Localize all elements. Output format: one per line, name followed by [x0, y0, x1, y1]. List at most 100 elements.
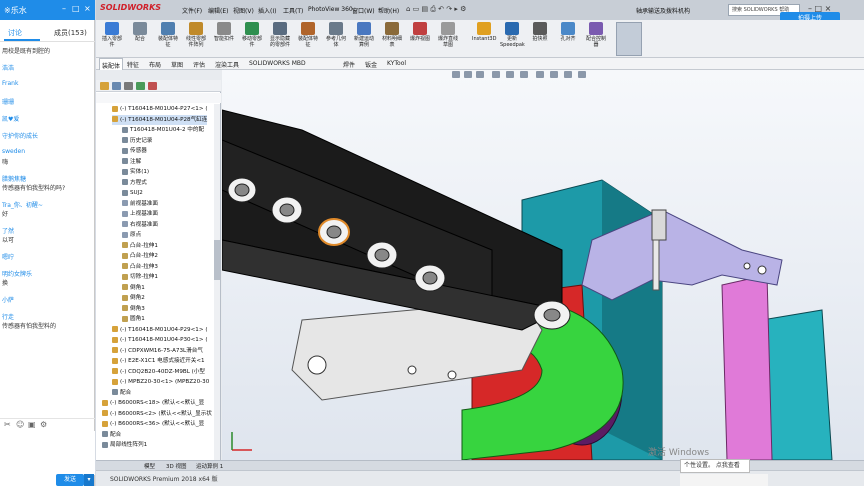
tree-node[interactable]: 传感器: [122, 146, 147, 156]
image-icon[interactable]: ▣: [28, 420, 36, 429]
message-sender[interactable]: 凯♥爱: [2, 114, 19, 123]
tree-node[interactable]: (-) B6000RS<18> (默认<<默认_显: [102, 398, 204, 408]
ribbon-button[interactable]: 显示隐藏的零部件: [268, 22, 292, 48]
tree-node[interactable]: 原点: [122, 230, 141, 240]
ribbon-button[interactable]: 孔对齐: [556, 22, 580, 42]
message-sender[interactable]: sweden: [2, 148, 25, 155]
tree-node[interactable]: 配合: [112, 388, 131, 398]
message-sender[interactable]: 小萨: [2, 295, 14, 304]
tree-node[interactable]: (-) B6000RS<36> (默认<<默认_显: [102, 419, 204, 429]
send-button[interactable]: 发送: [56, 474, 84, 486]
message-sender[interactable]: 行走: [2, 312, 14, 321]
menu-insert[interactable]: 插入(I): [258, 6, 276, 15]
ribbon-button[interactable]: 爆炸直线草图: [436, 22, 460, 48]
scissors-icon[interactable]: ✂: [4, 420, 11, 429]
ribbon-button[interactable]: Instant3D: [472, 22, 496, 42]
command-tab[interactable]: 钣金: [365, 60, 377, 69]
ribbon-button[interactable]: 配合: [128, 22, 152, 42]
message-sender[interactable]: Frank: [2, 80, 18, 87]
command-tab[interactable]: 焊件: [343, 60, 355, 69]
ribbon-button[interactable]: 插入零部件: [100, 22, 124, 48]
close-icon[interactable]: ×: [84, 4, 91, 13]
ribbon-button[interactable]: 配合控制器: [584, 22, 608, 48]
tree-node[interactable]: 上视基准面: [122, 209, 158, 219]
ribbon-button[interactable]: 参考几何体: [324, 22, 348, 48]
tree-node[interactable]: 右视基准面: [122, 220, 158, 230]
menu-file[interactable]: 文件(F): [182, 6, 202, 15]
tree-node[interactable]: 倒角2: [122, 293, 145, 303]
message-sender[interactable]: 明约女牌乐: [2, 269, 32, 278]
ribbon-button[interactable]: 爆炸视图: [408, 22, 432, 42]
ribbon-button[interactable]: 线性零部件阵列: [184, 22, 208, 48]
menu-view[interactable]: 视图(V): [233, 6, 254, 15]
minimize-icon[interactable]: –: [62, 4, 66, 13]
message-sender[interactable]: 了然: [2, 226, 14, 235]
tree-node[interactable]: 圆角1: [122, 314, 145, 324]
notification-popup[interactable]: 个性设置。 点我查看: [680, 459, 750, 473]
settings-icon[interactable]: ⚙: [40, 420, 47, 429]
tree-node[interactable]: 倒角1: [122, 283, 145, 293]
message-sender[interactable]: 腊鹅焦糖: [2, 174, 26, 183]
assembly-model[interactable]: [222, 70, 864, 460]
menu-tools[interactable]: 工具(T): [283, 6, 303, 15]
tree-node[interactable]: 注解: [122, 157, 141, 167]
tree-node[interactable]: (-) MPBZ20-30<1> (MPBZ20-30: [112, 377, 209, 387]
tab-3d-views[interactable]: 3D 视图: [166, 462, 186, 470]
tree-scrollbar[interactable]: [214, 104, 220, 460]
command-tab[interactable]: 特征: [127, 60, 139, 69]
command-tab[interactable]: 评估: [193, 60, 205, 69]
tree-node[interactable]: 配合: [102, 430, 121, 440]
command-tab[interactable]: KYTool: [387, 60, 406, 67]
message-sender[interactable]: Tra_你、初醒~: [2, 200, 43, 209]
menu-photoview[interactable]: PhotoView 360: [308, 6, 353, 13]
menu-window[interactable]: 窗口(W): [352, 6, 375, 15]
command-tab[interactable]: 草图: [171, 60, 183, 69]
tab-members[interactable]: 成员(153): [54, 28, 87, 38]
maximize-icon[interactable]: □: [72, 4, 80, 13]
ribbon-button[interactable]: 更新 Speedpak: [500, 22, 525, 48]
tree-node[interactable]: (-) B6000RS<2> (默认<<默认_显示状: [102, 409, 212, 419]
command-tab[interactable]: SOLIDWORKS MBD: [249, 60, 306, 67]
command-tab[interactable]: 装配体: [99, 58, 124, 70]
message-sender[interactable]: 守护你的成长: [2, 131, 38, 140]
tree-node[interactable]: SUJ2: [122, 188, 143, 198]
tree-node[interactable]: 前视基准面: [122, 199, 158, 209]
tab-motion-study[interactable]: 运动算例 1: [196, 462, 223, 470]
tree-node[interactable]: 切除-拉伸1: [122, 272, 158, 282]
tree-node[interactable]: 局部线性阵列1: [102, 440, 147, 450]
tree-node[interactable]: T160418-M01U04-2 中的配: [122, 125, 204, 135]
tree-node[interactable]: (-) CDQ2B20-40DZ-M9BL (小型: [112, 367, 205, 377]
display-manager-icon[interactable]: [148, 82, 157, 90]
ribbon-button[interactable]: 移动零部件: [240, 22, 264, 48]
menu-help[interactable]: 帮助(H): [378, 6, 399, 15]
ribbon-button[interactable]: 材料明细表: [380, 22, 404, 48]
dimxpert-icon[interactable]: [136, 82, 145, 90]
tree-node[interactable]: (-) E2E-X1C1 电感式接近开关<1: [112, 356, 205, 366]
graphics-viewport[interactable]: [222, 70, 864, 460]
tab-model[interactable]: 模型: [144, 462, 155, 470]
message-input[interactable]: [0, 431, 95, 475]
tree-node[interactable]: 凸台-拉伸2: [122, 251, 158, 261]
command-tab[interactable]: 渲染工具: [215, 60, 239, 69]
message-sender[interactable]: 浩浩: [2, 63, 14, 72]
ribbon-button[interactable]: 装配体特征: [156, 22, 180, 48]
tree-scroll-thumb[interactable]: [214, 240, 220, 280]
tab-discussion[interactable]: 讨论: [8, 28, 22, 38]
ribbon-button[interactable]: 拍快照: [528, 22, 552, 42]
tree-node[interactable]: 凸台-拉伸3: [122, 262, 158, 272]
message-sender[interactable]: 嗯咛: [2, 252, 14, 261]
tree-node[interactable]: 实体(1): [122, 167, 149, 177]
feature-manager-icon[interactable]: [100, 82, 109, 90]
tree-node[interactable]: (-) T160418-M01U04-P28气缸连: [112, 114, 208, 125]
configuration-icon[interactable]: [124, 82, 133, 90]
tree-node[interactable]: 方程式: [122, 178, 147, 188]
quick-access-toolbar[interactable]: ⌂ ▭ ▤ ⎙ ↶ ↷ ▸ ⚙: [406, 5, 466, 14]
tree-node[interactable]: (-) T160418-M01U04-P29<1> (: [112, 325, 208, 335]
send-options-button[interactable]: ▾: [84, 474, 94, 486]
tree-node[interactable]: 凸台-拉伸1: [122, 241, 158, 251]
tree-node[interactable]: (-) CDPXWM16-75-A73L滑台气: [112, 346, 203, 356]
menu-edit[interactable]: 编辑(E): [208, 6, 228, 15]
command-tab[interactable]: 布局: [149, 60, 161, 69]
tree-node[interactable]: 倒角3: [122, 304, 145, 314]
tree-filter[interactable]: [96, 93, 221, 103]
